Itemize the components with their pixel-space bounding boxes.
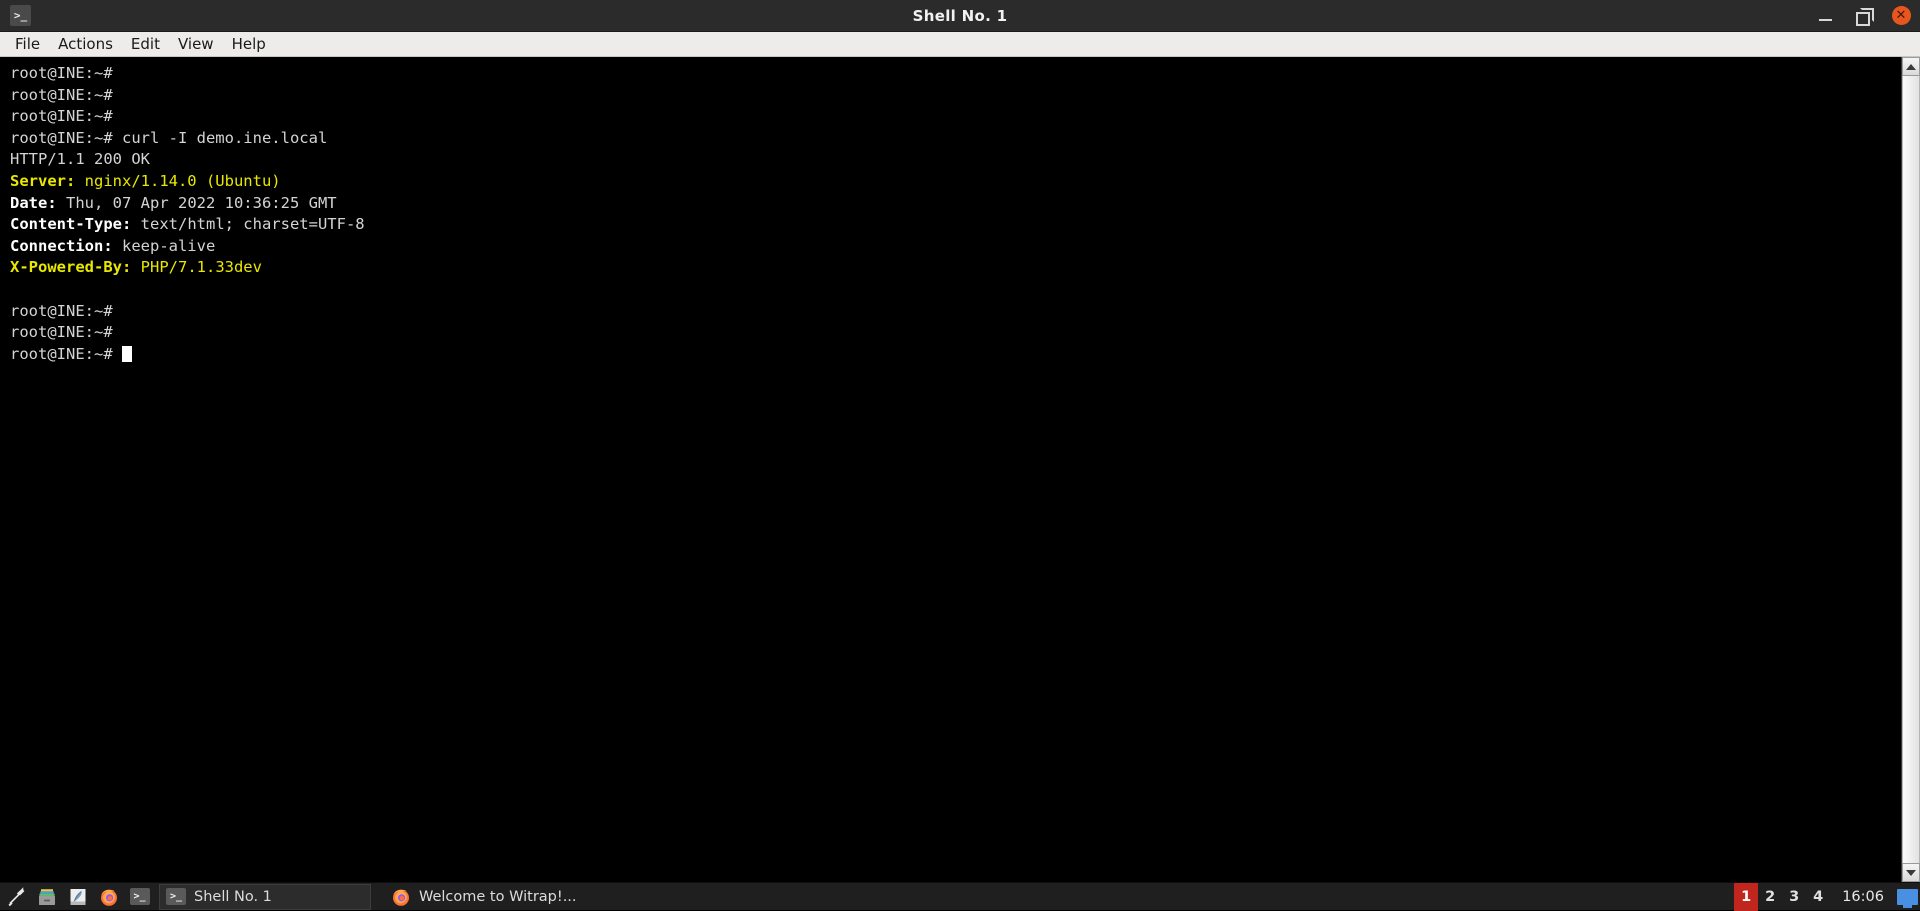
terminal-line: root@INE:~# (10, 301, 1901, 323)
scroll-up-arrow[interactable] (1902, 57, 1920, 76)
terminal-area: root@INE:~# root@INE:~# root@INE:~# root… (0, 57, 1920, 882)
menu-item-file[interactable]: File (6, 35, 49, 54)
workspace-4[interactable]: 4 (1806, 883, 1830, 911)
scroll-down-arrow[interactable] (1902, 863, 1920, 882)
terminal-output[interactable]: root@INE:~# root@INE:~# root@INE:~# root… (0, 57, 1901, 882)
close-button[interactable]: ✕ (1890, 5, 1912, 27)
window-titlebar[interactable]: >_ Shell No. 1 ✕ (0, 0, 1920, 32)
terminal-line: root@INE:~# (10, 344, 1901, 366)
terminal-line: HTTP/1.1 200 OK (10, 149, 1901, 171)
terminal-line: Content-Type: text/html; charset=UTF-8 (10, 214, 1901, 236)
menu-item-help[interactable]: Help (223, 35, 275, 54)
terminal-window: >_ Shell No. 1 ✕ File Actions Edit View … (0, 0, 1920, 882)
chevron-up-icon (1906, 64, 1916, 70)
launcher-text-editor[interactable] (62, 883, 93, 911)
taskbar-clock[interactable]: 16:06 (1830, 889, 1894, 905)
minimize-button[interactable] (1814, 5, 1836, 27)
terminal-scrollbar[interactable] (1901, 57, 1920, 882)
maximize-button[interactable] (1852, 5, 1874, 27)
terminal-line: root@INE:~# (10, 322, 1901, 344)
taskbar-task-firefox[interactable]: Welcome to Witrap!... (385, 884, 587, 910)
firefox-icon (391, 887, 411, 907)
window-title: Shell No. 1 (0, 7, 1920, 25)
terminal-line: X-Powered-By: PHP/7.1.33dev (10, 257, 1901, 279)
terminal-line: Connection: keep-alive (10, 236, 1901, 258)
terminal-icon: >_ (166, 888, 186, 905)
file-manager-icon (37, 887, 57, 907)
launcher-firefox[interactable] (93, 883, 124, 911)
tools-icon (6, 887, 26, 907)
close-icon: ✕ (1892, 6, 1911, 25)
menu-item-edit[interactable]: Edit (122, 35, 169, 54)
taskbar: >_ >_ Shell No. 1 Welcome to Witrap!... … (0, 882, 1920, 910)
terminal-line: root@INE:~# (10, 85, 1901, 107)
terminal-line: root@INE:~# (10, 106, 1901, 128)
text-editor-icon (68, 887, 88, 907)
menu-item-view[interactable]: View (169, 35, 223, 54)
terminal-icon: >_ (130, 888, 150, 905)
menu-item-actions[interactable]: Actions (49, 35, 122, 54)
workspace-2[interactable]: 2 (1758, 883, 1782, 911)
firefox-icon (99, 887, 119, 907)
terminal-cursor (122, 346, 132, 362)
taskbar-right: 1 2 3 4 16:06 (1734, 883, 1920, 911)
workspace-1[interactable]: 1 (1734, 883, 1758, 911)
taskbar-task-label: Welcome to Witrap!... (419, 889, 577, 905)
tray-display-icon[interactable] (1894, 883, 1920, 911)
terminal-line (10, 279, 1901, 301)
scrollbar-track[interactable] (1902, 76, 1920, 863)
terminal-line: Date: Thu, 07 Apr 2022 10:36:25 GMT (10, 193, 1901, 215)
launcher-file-manager[interactable] (31, 883, 62, 911)
chevron-down-icon (1906, 870, 1916, 876)
terminal-line: Server: nginx/1.14.0 (Ubuntu) (10, 171, 1901, 193)
workspace-3[interactable]: 3 (1782, 883, 1806, 911)
terminal-line: root@INE:~# curl -I demo.ine.local (10, 128, 1901, 150)
maximize-icon (1856, 8, 1871, 23)
menubar: File Actions Edit View Help (0, 32, 1920, 57)
terminal-icon: >_ (10, 5, 31, 26)
display-icon (1897, 889, 1918, 905)
terminal-line: root@INE:~# (10, 63, 1901, 85)
launcher-terminal[interactable]: >_ (124, 883, 155, 911)
launcher-tools[interactable] (0, 883, 31, 911)
taskbar-task-label: Shell No. 1 (194, 889, 272, 905)
window-controls: ✕ (1814, 0, 1912, 31)
taskbar-task-shell[interactable]: >_ Shell No. 1 (159, 884, 371, 910)
